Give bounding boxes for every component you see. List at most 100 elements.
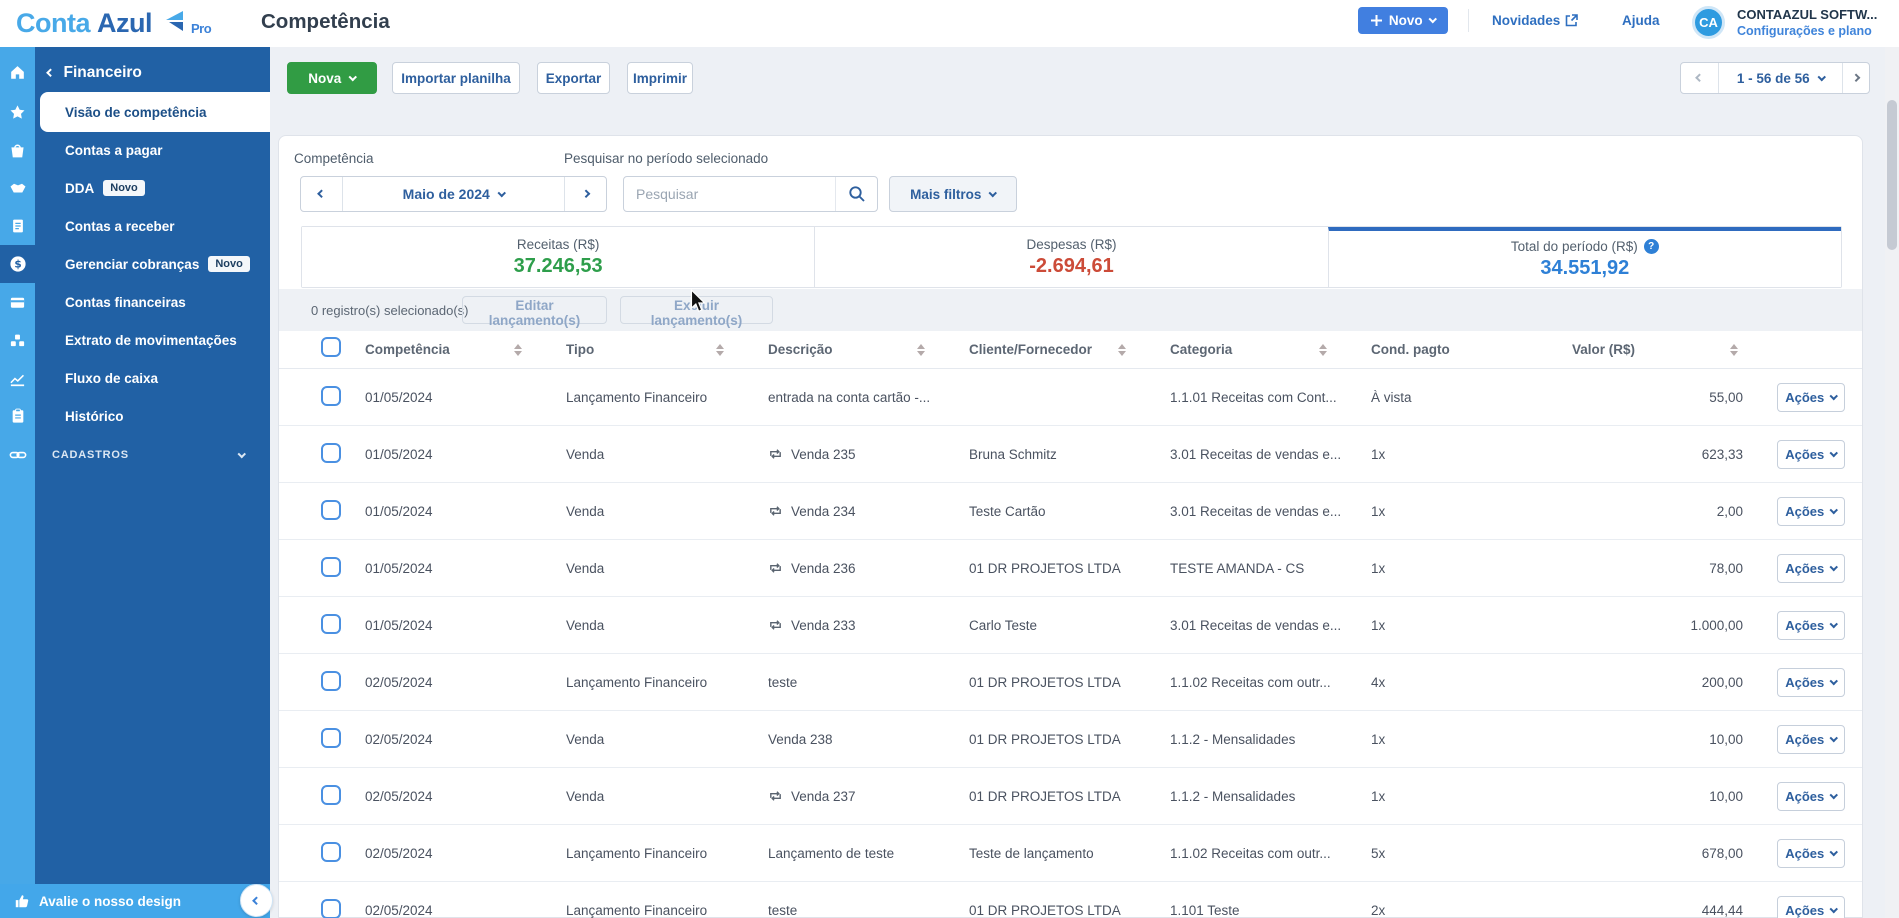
exportar-button[interactable]: Exportar [537,62,610,94]
rail-shopping-icon[interactable] [0,131,35,169]
acoes-button[interactable]: Ações [1777,554,1845,583]
column-competencia[interactable]: Competência [365,342,566,357]
contaazul-logo[interactable]: Conta Azul Pro [16,7,211,40]
search-button[interactable] [835,177,877,211]
chevron-down-icon [1830,677,1838,685]
period-next-button[interactable] [565,177,606,211]
sidebar-section-header[interactable]: Financeiro [35,59,142,87]
sort-icon[interactable] [1118,344,1126,356]
sidebar-item-contas-a-receber[interactable]: Contas a receber [35,207,270,245]
rail-clipboard-icon[interactable] [0,397,35,435]
ajuda-link[interactable]: Ajuda [1622,13,1660,28]
sidebar-item-dda[interactable]: DDANovo [35,169,270,207]
sort-icon[interactable] [514,344,522,356]
sidebar-item-fluxo-de-caixa[interactable]: Fluxo de caixa [35,359,270,397]
row-checkbox[interactable] [321,728,341,748]
acoes-button[interactable]: Ações [1777,782,1845,811]
pagination-prev-button[interactable] [1681,63,1718,93]
column-valor[interactable]: Valor (R$) [1572,342,1746,357]
sidebar-item-cadastros[interactable]: CADASTROS [35,436,270,474]
acoes-button[interactable]: Ações [1777,440,1845,469]
period-dropdown[interactable]: Maio de 2024 [342,177,565,211]
total-periodo-card[interactable]: Total do período (R$) ? 34.551,92 [1328,227,1841,287]
header-divider [1468,9,1469,32]
table-row: 02/05/2024 Lançamento Financeiro teste 0… [279,654,1862,711]
acoes-button[interactable]: Ações [1777,896,1845,918]
sidebar-item-contas-a-pagar[interactable]: Contas a pagar [35,131,270,169]
rail-people-icon[interactable] [0,321,35,359]
column-categoria[interactable]: Categoria [1170,342,1371,357]
cell-cliente-fornecedor: 01 DR PROJETOS LTDA [969,789,1170,804]
acoes-button[interactable]: Ações [1777,497,1845,526]
sidebar-panel: Financeiro Visão de competência Contas a… [35,47,270,884]
acoes-button[interactable]: Ações [1777,611,1845,640]
chevron-down-icon [1818,73,1826,81]
sidebar-item-contas-financeiras[interactable]: Contas financeiras [35,283,270,321]
rail-finance-dollar-icon[interactable]: $ [0,245,35,283]
sort-icon[interactable] [1730,344,1738,356]
help-icon[interactable]: ? [1644,239,1659,254]
cell-categoria: 1.1.01 Receitas com Cont... [1170,390,1371,405]
imprimir-button[interactable]: Imprimir [627,62,693,94]
sidebar-item-extrato-de-movimentacoes[interactable]: Extrato de movimentações [35,321,270,359]
rail-document-icon[interactable] [0,207,35,245]
sidebar-collapse-button[interactable] [240,884,273,917]
chevron-down-icon [1830,620,1838,628]
rail-link-icon[interactable] [0,436,35,474]
acoes-button[interactable]: Ações [1777,725,1845,754]
feedback-bar[interactable]: Avalie o nosso design [0,884,270,918]
novidades-link[interactable]: Novidades [1492,13,1578,28]
nova-button[interactable]: Nova [287,62,377,94]
row-checkbox[interactable] [321,386,341,406]
pagination: 1 - 56 de 56 [1680,62,1870,94]
column-tipo[interactable]: Tipo [566,342,768,357]
cell-tipo: Venda [566,561,768,576]
acoes-button[interactable]: Ações [1777,839,1845,868]
row-checkbox[interactable] [321,785,341,805]
sidebar-item-historico[interactable]: Histórico [35,397,270,435]
sidebar-item-visao-de-competencia[interactable]: Visão de competência [40,92,270,132]
pagination-range-dropdown[interactable]: 1 - 56 de 56 [1718,63,1843,93]
search-input[interactable] [624,177,835,211]
row-checkbox[interactable] [321,842,341,862]
acoes-button[interactable]: Ações [1777,668,1845,697]
sidebar-item-gerenciar-cobrancas[interactable]: Gerenciar cobrançasNovo [35,245,270,283]
sort-icon[interactable] [716,344,724,356]
table-row: 01/05/2024 Venda Venda 233 Carlo Teste 3… [279,597,1862,654]
rail-card-icon[interactable] [0,283,35,321]
row-checkbox[interactable] [321,557,341,577]
rail-handshake-icon[interactable] [0,169,35,207]
receitas-card[interactable]: Receitas (R$) 37.246,53 [302,227,814,287]
row-checkbox[interactable] [321,500,341,520]
table-row: 02/05/2024 Venda Venda 238 01 DR PROJETO… [279,711,1862,768]
account-name: CONTAAZUL SOFTW... [1737,7,1877,22]
column-cond-pagto[interactable]: Cond. pagto [1371,342,1572,357]
excluir-lancamentos-button[interactable]: Excluir lançamento(s) [620,296,773,324]
scrollbar-thumb[interactable] [1887,100,1897,250]
novo-button[interactable]: Novo [1358,7,1448,34]
despesas-card[interactable]: Despesas (R$) -2.694,61 [814,227,1327,287]
column-descricao[interactable]: Descrição [768,342,969,357]
cell-cond-pagto: 5x [1371,846,1572,861]
account-settings-link[interactable]: Configurações e plano [1737,24,1872,38]
cell-descricao: Venda 236 [768,561,969,576]
row-checkbox[interactable] [321,671,341,691]
mais-filtros-button[interactable]: Mais filtros [889,176,1017,212]
importar-planilha-button[interactable]: Importar planilha [392,62,520,94]
editar-lancamentos-button[interactable]: Editar lançamento(s) [462,296,607,324]
period-prev-button[interactable] [301,177,342,211]
rail-chart-icon[interactable] [0,359,35,397]
row-checkbox[interactable] [321,899,341,918]
chevron-down-icon [1830,449,1838,457]
acoes-button[interactable]: Ações [1777,383,1845,412]
pagination-next-button[interactable] [1843,63,1869,93]
sort-icon[interactable] [917,344,925,356]
column-cliente-fornecedor[interactable]: Cliente/Fornecedor [969,342,1170,357]
select-all-checkbox[interactable] [321,337,341,357]
row-checkbox[interactable] [321,443,341,463]
sort-icon[interactable] [1319,344,1327,356]
rail-star-icon[interactable] [0,93,35,131]
row-checkbox[interactable] [321,614,341,634]
rail-home-icon[interactable] [0,53,35,91]
avatar[interactable]: CA [1692,6,1725,39]
